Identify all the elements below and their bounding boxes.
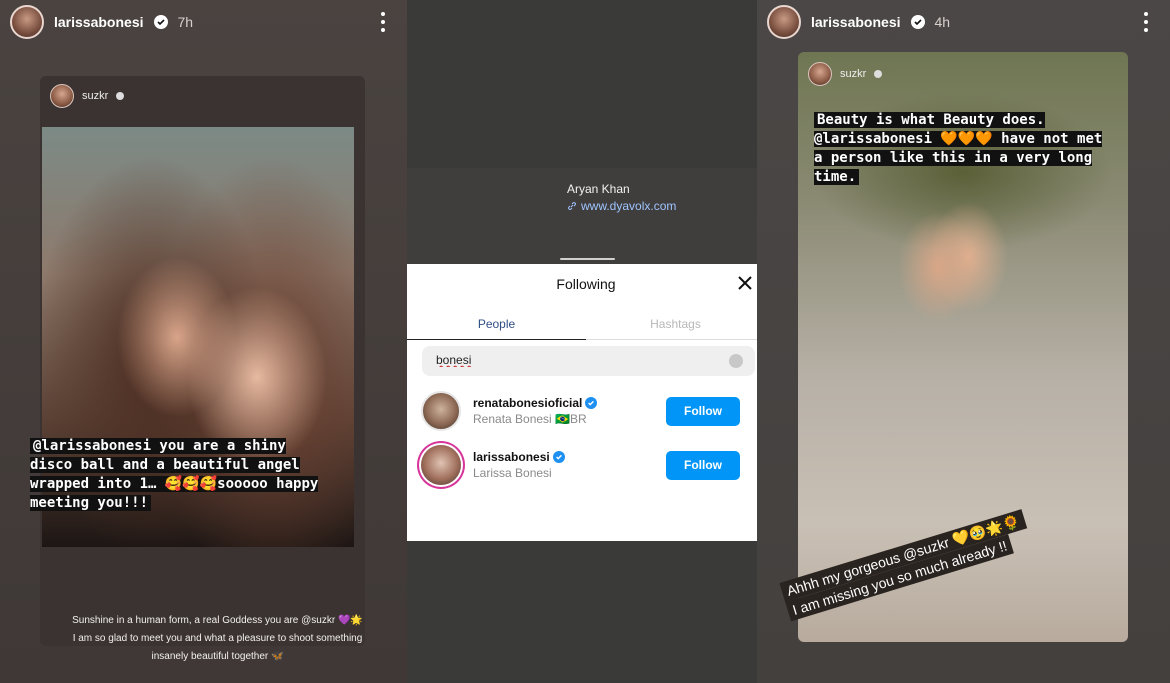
story-subcaption: Sunshine in a human form, a real Goddess… [72,615,363,662]
verified-icon [910,15,925,29]
story-caption: @larissabonesi you are a shiny disco bal… [30,438,319,511]
story-header: larissabonesi 7h [10,4,193,40]
list-item[interactable]: larissabonesi Larissa Bonesi Follow [421,443,751,487]
modal-title: Following [556,276,616,292]
following-panel: Aryan Khan www.dyavolx.com Following Peo… [407,0,757,683]
story-time: 7h [177,14,194,30]
more-options-icon[interactable] [1143,12,1149,32]
story-username[interactable]: larissabonesi [811,14,901,30]
avatar[interactable] [808,62,832,86]
profile-link[interactable]: www.dyavolx.com [567,199,676,213]
close-icon[interactable] [737,275,753,291]
divider [560,258,615,260]
list-item[interactable]: renatabonesioficial Renata Bonesi 🇧🇷BR F… [421,389,751,433]
tab-people[interactable]: People [407,310,586,340]
follow-button[interactable]: Follow [666,396,740,426]
story-username[interactable]: larissabonesi [54,14,144,30]
avatar[interactable] [10,5,44,39]
profile-info: Aryan Khan www.dyavolx.com [567,182,676,213]
result-full-name: Renata Bonesi 🇧🇷BR [473,412,587,426]
result-full-name: Larissa Bonesi [473,466,552,480]
clear-search-icon[interactable] [729,354,743,368]
following-modal: Following People Hashtags renatabonesiof… [407,264,757,541]
story-caption: Beauty is what Beauty does. @larissabone… [814,112,1103,185]
left-story-panel: larissabonesi 7h suzkr @larissabonesi yo… [0,0,407,683]
more-options-icon[interactable] [380,12,386,32]
tab-hashtags[interactable]: Hashtags [586,310,757,340]
avatar[interactable] [421,391,461,431]
avatar[interactable] [50,84,74,108]
user-text: larissabonesi Larissa Bonesi [473,450,653,480]
card-username[interactable]: suzkr [840,68,866,80]
verified-icon [116,92,125,100]
avatar[interactable] [767,5,801,39]
verified-icon [552,451,565,463]
user-text: renatabonesioficial Renata Bonesi 🇧🇷BR [473,396,653,426]
avatar[interactable] [421,445,461,485]
result-username[interactable]: renatabonesioficial [473,396,582,410]
card-header: suzkr [50,84,125,108]
verified-icon [153,15,168,29]
search-bar [422,346,755,376]
card-header: suzkr [808,62,883,86]
card-username[interactable]: suzkr [82,90,108,102]
verified-icon [585,397,598,409]
result-username[interactable]: larissabonesi [473,450,550,464]
follow-button[interactable]: Follow [666,450,740,480]
story-time: 4h [934,14,951,30]
verified-icon [874,70,883,78]
shared-story-card: suzkr [40,76,365,646]
tab-bar: People Hashtags [407,310,757,340]
link-icon [568,202,576,210]
story-header: larissabonesi 4h [767,4,950,40]
profile-name: Aryan Khan [567,182,630,196]
search-input[interactable] [436,353,716,367]
